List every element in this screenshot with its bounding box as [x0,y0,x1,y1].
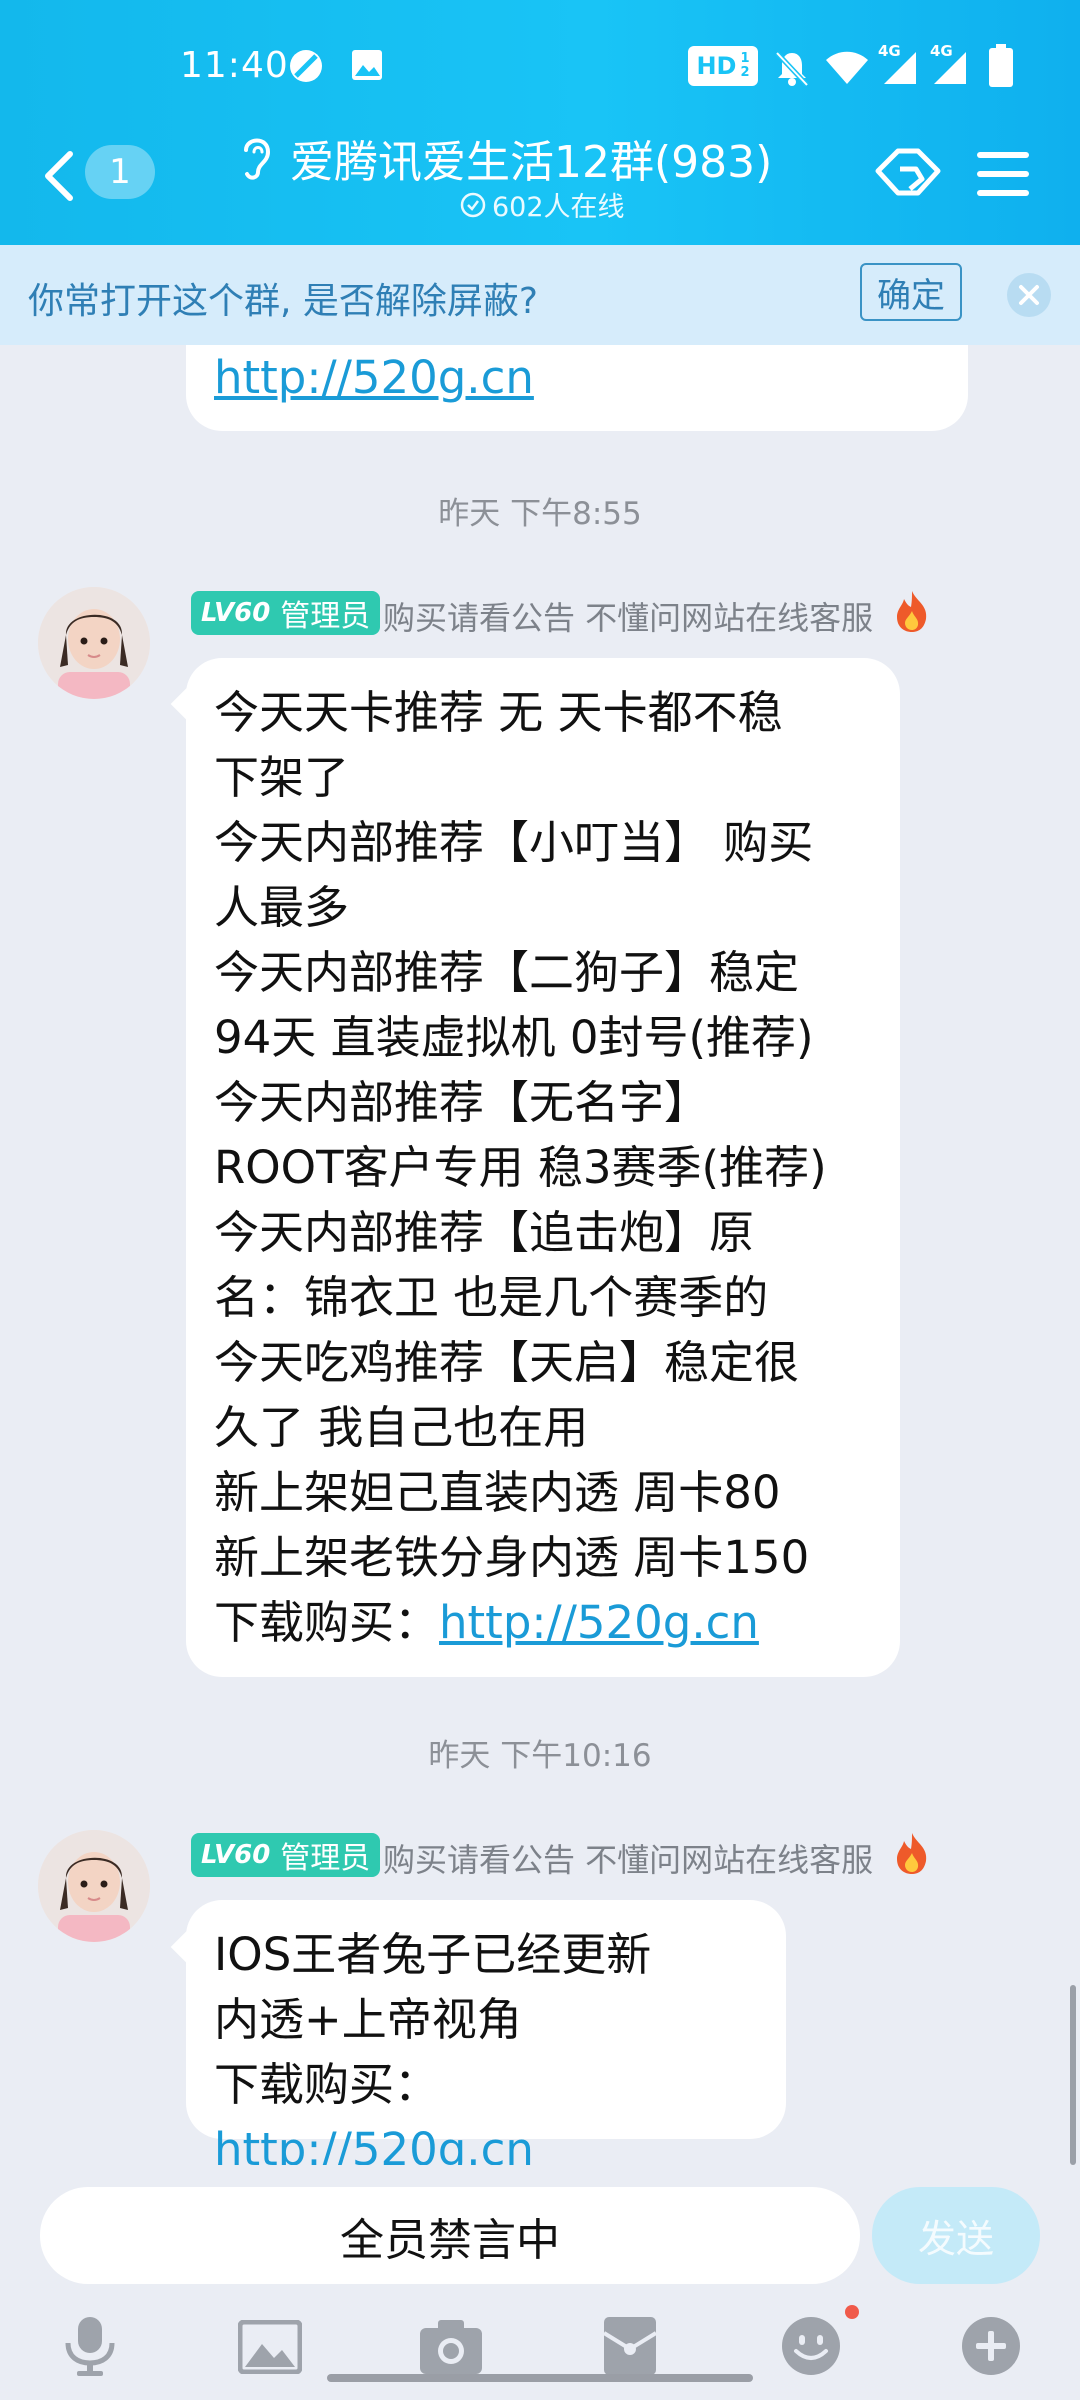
message-line: 今天内部推荐【无名字】 [214,1076,710,1129]
sender-note: 购买请看公告 不懂问网站在线客服 [383,1841,874,1879]
message-line: 人最多 [214,881,350,934]
message-line: 久了 我自己也在用 [214,1401,589,1454]
chat-header: 11:40 HD 12 4G 4G 1 爱腾讯爱生活12群(983) 602人在… [0,0,1080,245]
message-text-lines: IOS王者兔子已经更新 内透+上帝视角 [214,1922,758,2052]
camera-icon[interactable] [418,2318,484,2376]
message-bubble-partial[interactable]: http://520g.cn [186,345,968,431]
status-bar: 11:40 HD 12 4G 4G [0,0,1080,130]
notice-text: 你常打开这个群, 是否解除屏蔽? [28,281,538,322]
timestamp: 昨天 下午10:16 [428,1738,652,1774]
message-link[interactable]: http://520g.cn [214,2123,534,2165]
image-icon[interactable] [238,2320,302,2374]
message-line: 下架了 [214,751,350,804]
message-line: 新上架老铁分身内透 周卡150 [214,1531,810,1584]
message-line: 今天内部推荐【二狗子】稳定 [214,946,800,999]
notification-dot [845,2305,859,2319]
group-tag-icon[interactable] [870,143,944,207]
wifi-icon [826,51,868,84]
message-bubble[interactable]: 今天天卡推荐 无 天卡都不稳 下架了今天内部推荐【小叮当】 购买 人最多今天内部推荐… [186,658,900,1677]
level-badge: LV60 管理员 [191,591,381,635]
message-line: 名：锦衣卫 也是几个赛季的 [214,1271,769,1324]
ear-icon[interactable] [238,132,276,182]
fire-icon [897,1833,927,1874]
battery-icon [989,44,1013,87]
message-link-line: 下载购买：http://520g.cn [214,1596,759,1649]
group-title[interactable]: 爱腾讯爱生活12群(983) [290,126,772,190]
message-line: IOS王者兔子已经更新 [214,1928,652,1981]
message-line: 新上架妲己直装内透 周卡80 [214,1466,781,1519]
emoji-icon[interactable] [780,2315,842,2377]
sender-note: 购买请看公告 不懂问网站在线客服 [383,599,874,637]
back-icon[interactable] [42,150,76,202]
plus-icon[interactable] [960,2315,1022,2377]
message-line: 今天吃鸡推荐【天启】稳定很 [214,1336,800,1389]
message-line: 内透+上帝视角 [214,1993,522,2046]
chat-area[interactable]: http://520g.cn 昨天 下午8:55 LV60 管理员 购买请看公告… [0,345,1080,2165]
level-badge: LV60 管理员 [191,1833,381,1877]
message-line: 今天内部推荐【小叮当】 购买 [214,816,814,869]
online-count: 602人在线 [492,192,625,223]
message-text-lines: 今天天卡推荐 无 天卡都不稳 下架了今天内部推荐【小叮当】 购买 人最多今天内部推荐… [214,680,872,1590]
signal-2-icon [934,52,966,84]
fire-icon [897,591,927,632]
chat-scrollbar[interactable] [1070,1985,1076,2165]
online-status: 602人在线 [460,185,625,224]
no-location-icon [290,50,322,82]
message-line: ROOT客户专用 稳3赛季(推荐) [214,1141,827,1194]
hd-voice-icon: HD 12 [688,46,758,86]
send-button[interactable]: 发送 [872,2187,1040,2284]
timestamp: 昨天 下午8:55 [438,496,642,532]
avatar-girl-image [38,1830,150,1942]
menu-icon[interactable] [975,150,1031,198]
avatar[interactable] [38,1830,150,1942]
message-link[interactable]: http://520g.cn [439,1596,759,1649]
message-link-line: 下载购买：http://520g.cn [214,2052,758,2165]
microphone-icon[interactable] [62,2315,118,2377]
close-icon[interactable] [1006,272,1052,318]
mute-icon [775,51,809,87]
home-indicator[interactable] [327,2374,753,2382]
gallery-icon [352,50,382,80]
message-line: 今天内部推荐【追击炮】原 [214,1206,755,1259]
confirm-button[interactable]: 确定 [860,263,962,321]
message-line: 今天天卡推荐 无 天卡都不稳 [214,686,783,739]
status-time: 11:40 [180,45,289,86]
red-packet-icon[interactable] [600,2315,660,2377]
muted-input-field[interactable]: 全员禁言中 [40,2187,860,2284]
online-check-icon [460,192,486,217]
unread-count-badge[interactable]: 1 [85,145,155,199]
message-link[interactable]: http://520g.cn [214,351,534,404]
message-line: 94天 直装虚拟机 0封号(推荐) [214,1011,814,1064]
message-bubble[interactable]: IOS王者兔子已经更新 内透+上帝视角 下载购买：http://520g.cn [186,1900,786,2165]
avatar[interactable] [38,587,150,699]
avatar-girl-image [38,587,150,699]
signal-1-icon [884,52,916,84]
